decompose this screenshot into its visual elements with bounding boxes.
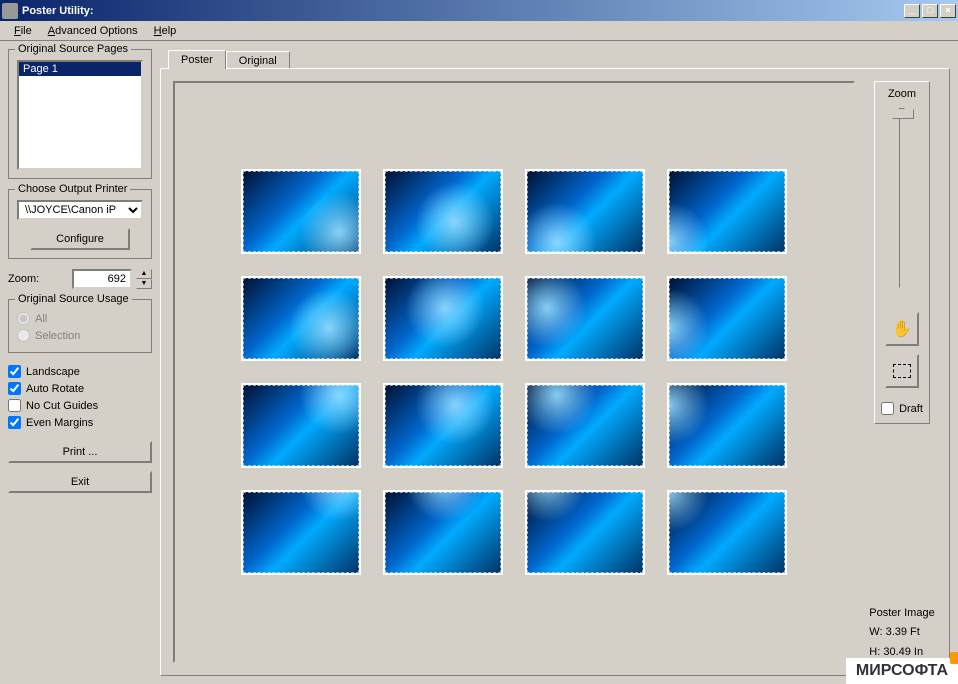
menubar: File Advanced Options Help — [0, 21, 958, 41]
poster-tile[interactable] — [241, 276, 361, 361]
poster-tile[interactable] — [667, 490, 787, 575]
poster-tile[interactable] — [525, 169, 645, 254]
hand-tool-button[interactable]: ✋ — [885, 312, 919, 346]
check-even-input[interactable] — [8, 416, 21, 429]
info-width: W: 3.39 Ft — [869, 623, 934, 643]
source-pages-title: Original Source Pages — [15, 43, 131, 55]
poster-tile[interactable] — [525, 490, 645, 575]
poster-tile[interactable] — [525, 276, 645, 361]
print-button[interactable]: Print ... — [8, 441, 152, 463]
tabs: Poster Original — [168, 49, 950, 68]
radio-selection: Selection — [17, 327, 143, 344]
zoom-slider[interactable] — [899, 108, 905, 288]
titlebar: Poster Utility: _ □ × — [0, 0, 958, 21]
zoom-slider-label: Zoom — [888, 88, 916, 100]
preview-container[interactable] — [173, 81, 855, 663]
check-nocut-input[interactable] — [8, 399, 21, 412]
zoom-up-button[interactable]: ▲ — [136, 269, 152, 279]
poster-tile[interactable] — [383, 169, 503, 254]
maximize-button[interactable]: □ — [922, 4, 938, 18]
zoom-down-button[interactable]: ▼ — [136, 279, 152, 289]
tab-poster[interactable]: Poster — [168, 50, 226, 69]
poster-tile[interactable] — [241, 383, 361, 468]
check-nocut[interactable]: No Cut Guides — [8, 397, 152, 414]
check-autorotate[interactable]: Auto Rotate — [8, 380, 152, 397]
zoom-slider-thumb[interactable] — [892, 109, 914, 119]
usage-title: Original Source Usage — [15, 293, 132, 305]
window-title: Poster Utility: — [22, 5, 902, 17]
poster-tile[interactable] — [383, 383, 503, 468]
zoom-input[interactable] — [72, 269, 132, 289]
tab-panel: Zoom ✋ Draft Poster I — [160, 68, 950, 676]
exit-button[interactable]: Exit — [8, 471, 152, 493]
radio-all: All — [17, 310, 143, 327]
sidebar: Original Source Pages Page 1 Choose Outp… — [0, 41, 160, 684]
list-item[interactable]: Page 1 — [19, 62, 141, 76]
printer-group: Choose Output Printer \\JOYCE\Canon iP C… — [8, 189, 152, 259]
selection-tool-button[interactable] — [885, 354, 919, 388]
poster-tile[interactable] — [383, 276, 503, 361]
radio-all-input — [17, 312, 30, 325]
check-autorotate-input[interactable] — [8, 382, 21, 395]
menu-file[interactable]: File — [6, 23, 40, 39]
check-landscape-input[interactable] — [8, 365, 21, 378]
usage-group: Original Source Usage All Selection — [8, 299, 152, 353]
poster-tile[interactable] — [241, 490, 361, 575]
configure-button[interactable]: Configure — [30, 228, 130, 250]
window-controls: _ □ × — [902, 4, 956, 18]
poster-tile[interactable] — [241, 169, 361, 254]
right-panel: Zoom ✋ Draft Poster I — [867, 81, 937, 663]
printer-title: Choose Output Printer — [15, 183, 130, 195]
source-pages-list[interactable]: Page 1 — [17, 60, 143, 170]
check-draft-input[interactable] — [881, 402, 894, 415]
zoom-row: Zoom: ▲ ▼ — [8, 269, 152, 289]
preview-grid — [241, 169, 787, 575]
poster-tile[interactable] — [383, 490, 503, 575]
check-landscape[interactable]: Landscape — [8, 363, 152, 380]
menu-advanced-options[interactable]: Advanced Options — [40, 23, 146, 39]
check-draft[interactable]: Draft — [881, 400, 923, 417]
radio-selection-input — [17, 329, 30, 342]
zoom-slider-group: Zoom ✋ Draft — [874, 81, 930, 424]
app-icon — [2, 3, 18, 19]
poster-tile[interactable] — [525, 383, 645, 468]
poster-tile[interactable] — [667, 276, 787, 361]
poster-info: Poster Image W: 3.39 Ft H: 30.49 In — [869, 604, 934, 663]
check-even[interactable]: Even Margins — [8, 414, 152, 431]
zoom-label: Zoom: — [8, 273, 39, 285]
watermark: МИРСОФТА — [846, 658, 958, 684]
info-title: Poster Image — [869, 604, 934, 624]
selection-icon — [893, 364, 911, 378]
close-button[interactable]: × — [940, 4, 956, 18]
hand-icon: ✋ — [892, 319, 912, 339]
watermark-badge-icon — [950, 652, 958, 664]
content: Poster Original — [160, 41, 958, 684]
poster-tile[interactable] — [667, 383, 787, 468]
poster-tile[interactable] — [667, 169, 787, 254]
zoom-spinner: ▲ ▼ — [136, 269, 152, 289]
source-pages-group: Original Source Pages Page 1 — [8, 49, 152, 179]
menu-help[interactable]: Help — [146, 23, 185, 39]
printer-dropdown[interactable]: \\JOYCE\Canon iP — [17, 200, 143, 220]
minimize-button[interactable]: _ — [904, 4, 920, 18]
